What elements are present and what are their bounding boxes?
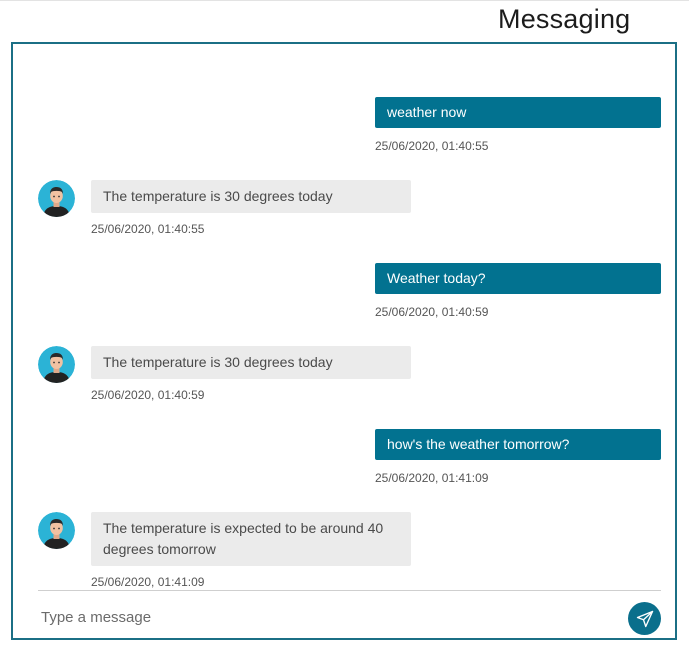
paper-plane-icon: [636, 610, 653, 627]
message-input[interactable]: [38, 604, 598, 630]
chat-panel: weather now 25/06/2020, 01:40:55 The tem…: [11, 42, 677, 640]
composer-divider: [38, 590, 661, 591]
avatar-person-icon: [38, 512, 75, 549]
bot-avatar: [38, 512, 75, 549]
avatar-person-icon: [38, 180, 75, 217]
incoming-message: The temperature is 30 degrees today: [91, 346, 411, 379]
message-timestamp: 25/06/2020, 01:41:09: [91, 575, 205, 589]
bot-avatar: [38, 346, 75, 383]
bot-avatar: [38, 180, 75, 217]
top-divider: [0, 0, 689, 1]
incoming-message: The temperature is 30 degrees today: [91, 180, 411, 213]
outgoing-message: weather now: [375, 97, 661, 128]
message-timestamp: 25/06/2020, 01:40:59: [375, 305, 489, 319]
message-timestamp: 25/06/2020, 01:41:09: [375, 471, 489, 485]
outgoing-message: how's the weather tomorrow?: [375, 429, 661, 460]
message-timestamp: 25/06/2020, 01:40:55: [91, 222, 205, 236]
message-timestamp: 25/06/2020, 01:40:59: [91, 388, 205, 402]
message-timestamp: 25/06/2020, 01:40:55: [375, 139, 489, 153]
outgoing-message: Weather today?: [375, 263, 661, 294]
incoming-message: The temperature is expected to be around…: [91, 512, 411, 566]
avatar-person-icon: [38, 346, 75, 383]
page-title: Messaging: [498, 4, 631, 34]
send-button[interactable]: [628, 602, 661, 635]
